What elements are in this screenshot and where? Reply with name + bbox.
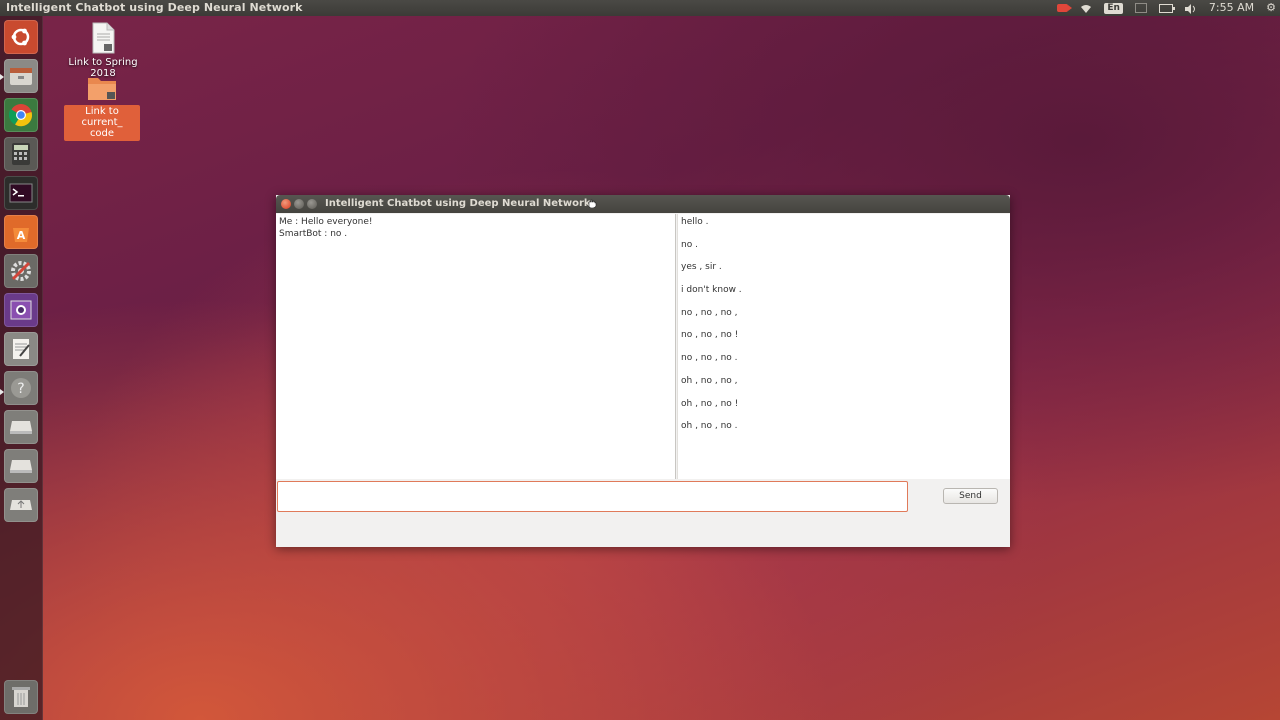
text-editor-icon[interactable]	[4, 332, 38, 366]
desktop-icon-label: Link to current_ code	[64, 105, 140, 141]
chrome-icon[interactable]	[4, 98, 38, 132]
drive-icon[interactable]	[4, 410, 38, 444]
response-item[interactable]: hello .	[681, 217, 1007, 240]
battery-icon[interactable]	[1158, 3, 1175, 13]
document-link-icon	[92, 22, 115, 54]
response-item[interactable]: no , no , no ,	[681, 308, 1007, 331]
user-message: Me : Hello everyone!	[279, 217, 373, 227]
files-icon[interactable]	[4, 59, 38, 93]
help-icon[interactable]: ?	[4, 371, 38, 405]
chatbot-window: Intelligent Chatbot using Deep Neural Ne…	[276, 195, 1010, 547]
system-settings-icon[interactable]	[4, 254, 38, 288]
hand-cursor-icon	[588, 199, 597, 209]
mail-icon[interactable]	[1134, 3, 1147, 13]
conversation-log[interactable]: Me : Hello everyone! SmartBot : no .	[276, 214, 676, 479]
desktop-shortcut-spring-2018[interactable]: Link to Spring 2018	[58, 22, 148, 79]
svg-text:A: A	[17, 229, 26, 242]
send-button[interactable]: Send	[943, 488, 998, 504]
response-item[interactable]: i don't know .	[681, 285, 1007, 308]
clock[interactable]: 7:55 AM	[1209, 0, 1254, 16]
screenshot-tool-icon[interactable]	[4, 293, 38, 327]
window-titlebar[interactable]: Intelligent Chatbot using Deep Neural Ne…	[276, 195, 1010, 213]
usb-drive-icon[interactable]	[4, 488, 38, 522]
folder-link-icon	[88, 78, 116, 100]
launcher: A ?	[0, 16, 43, 720]
response-item[interactable]: oh , no , no .	[681, 421, 1007, 444]
close-button[interactable]	[281, 199, 291, 209]
minimize-button[interactable]	[294, 199, 304, 209]
window-title: Intelligent Chatbot using Deep Neural Ne…	[325, 198, 591, 209]
software-center-icon[interactable]: A	[4, 215, 38, 249]
response-item[interactable]: no , no , no .	[681, 353, 1007, 376]
svg-text:?: ?	[17, 381, 24, 397]
response-item[interactable]: no , no , no !	[681, 330, 1007, 353]
maximize-button[interactable]	[307, 199, 317, 209]
volume-icon[interactable]	[1184, 3, 1197, 14]
response-item[interactable]: no .	[681, 240, 1007, 263]
ubuntu-dash-icon[interactable]	[4, 20, 38, 54]
wifi-icon[interactable]	[1080, 3, 1092, 13]
trash-icon[interactable]	[4, 680, 38, 714]
response-list[interactable]: hello . no . yes , sir . i don't know . …	[677, 214, 1010, 479]
gear-icon[interactable]: ⚙	[1266, 0, 1276, 16]
response-item[interactable]: oh , no , no !	[681, 399, 1007, 422]
active-app-title: Intelligent Chatbot using Deep Neural Ne…	[6, 1, 303, 14]
desktop-shortcut-current-code[interactable]: Link to current_ code	[64, 74, 140, 141]
bot-message: SmartBot : no .	[279, 228, 348, 239]
response-item[interactable]: yes , sir .	[681, 262, 1007, 285]
terminal-icon[interactable]	[4, 176, 38, 210]
keyboard-language-indicator[interactable]: En	[1104, 2, 1123, 14]
message-input[interactable]	[277, 481, 908, 512]
drive-icon[interactable]	[4, 449, 38, 483]
indicator-area: En 7:55 AM ⚙	[1057, 0, 1276, 16]
camera-icon[interactable]	[1057, 4, 1073, 12]
calculator-icon[interactable]	[4, 137, 38, 171]
response-item[interactable]: oh , no , no ,	[681, 376, 1007, 399]
top-panel: Intelligent Chatbot using Deep Neural Ne…	[0, 0, 1280, 16]
